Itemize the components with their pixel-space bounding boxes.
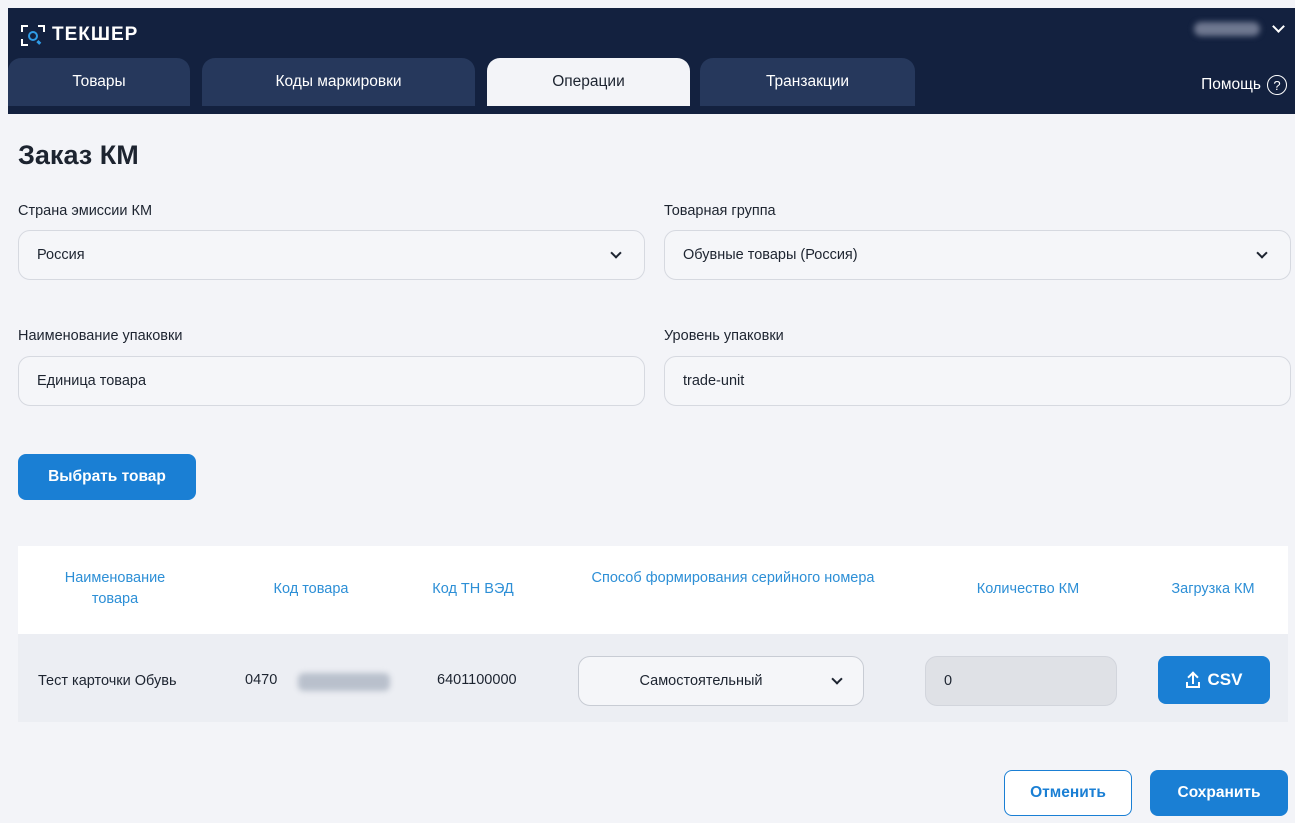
quantity-field[interactable]: 0 bbox=[925, 656, 1117, 706]
package-name-value: Единица товара bbox=[37, 373, 147, 389]
choose-product-button[interactable]: Выбрать товар bbox=[18, 454, 196, 500]
tab-label: Коды маркировки bbox=[275, 73, 402, 90]
help-label: Помощь bbox=[1201, 76, 1261, 93]
help-icon: ? bbox=[1267, 75, 1287, 95]
logo-text: ТЕКШЕР bbox=[52, 24, 139, 45]
package-name-field[interactable]: Единица товара bbox=[18, 356, 645, 406]
user-name bbox=[1194, 22, 1260, 36]
logo-icon bbox=[20, 22, 46, 48]
package-name-label: Наименование упаковки bbox=[18, 328, 183, 344]
save-label: Сохранить bbox=[1177, 784, 1261, 801]
product-group-select[interactable]: Обувные товары (Россия) bbox=[664, 230, 1291, 280]
tab-products[interactable]: Товары bbox=[8, 58, 190, 106]
country-select[interactable]: Россия bbox=[18, 230, 645, 280]
package-level-value: trade-unit bbox=[683, 373, 745, 389]
column-header-upload: Загрузка КМ bbox=[1171, 581, 1255, 597]
serial-method-value: Самостоятельный bbox=[639, 673, 763, 689]
cell-product-code-redacted bbox=[298, 673, 390, 691]
cancel-label: Отменить bbox=[1030, 784, 1106, 801]
upload-icon bbox=[1185, 671, 1200, 688]
upload-csv-button[interactable]: CSV bbox=[1158, 656, 1270, 704]
cell-product-code: 0470 bbox=[245, 672, 278, 688]
package-level-label: Уровень упаковки bbox=[664, 328, 784, 344]
country-label: Страна эмиссии КМ bbox=[18, 203, 153, 219]
tab-transactions[interactable]: Транзакции bbox=[700, 58, 915, 106]
save-button[interactable]: Сохранить bbox=[1150, 770, 1288, 816]
user-menu-chevron-icon bbox=[1272, 20, 1285, 33]
choose-product-label: Выбрать товар bbox=[48, 468, 166, 485]
page-title: Заказ КМ bbox=[18, 140, 139, 170]
column-header-name: Наименование товара bbox=[64, 570, 166, 607]
column-header-serial-method: Способ формирования серийного номера bbox=[591, 570, 875, 586]
app-logo[interactable]: ТЕКШЕР bbox=[20, 22, 138, 48]
column-header-quantity: Количество КМ bbox=[976, 581, 1080, 597]
product-group-value: Обувные товары (Россия) bbox=[683, 247, 858, 263]
column-header-code: Код товара bbox=[273, 581, 349, 597]
tab-operations[interactable]: Операции bbox=[487, 58, 690, 106]
tab-marking-codes[interactable]: Коды маркировки bbox=[202, 58, 475, 106]
tab-label: Транзакции bbox=[765, 73, 850, 90]
table-header: Наименование товара Код товара Код ТН ВЭ… bbox=[18, 546, 1288, 634]
product-group-label: Товарная группа bbox=[664, 203, 776, 219]
chevron-down-icon bbox=[831, 673, 843, 685]
tab-label: Товары bbox=[72, 73, 126, 90]
user-menu[interactable] bbox=[1194, 20, 1285, 36]
package-level-field[interactable]: trade-unit bbox=[664, 356, 1291, 406]
serial-method-select[interactable]: Самостоятельный bbox=[578, 656, 864, 706]
cancel-button[interactable]: Отменить bbox=[1004, 770, 1132, 816]
help-link[interactable]: Помощь ? bbox=[1201, 75, 1287, 95]
country-value: Россия bbox=[37, 247, 85, 263]
tab-label: Операции bbox=[552, 73, 625, 90]
quantity-value: 0 bbox=[944, 673, 953, 689]
column-header-tnved: Код ТН ВЭД bbox=[432, 581, 514, 597]
chevron-down-icon bbox=[610, 247, 622, 259]
cell-tnved: 6401100000 bbox=[437, 672, 517, 688]
chevron-down-icon bbox=[1256, 247, 1268, 259]
upload-csv-label: CSV bbox=[1207, 670, 1243, 689]
cell-product-name: Тест карточки Обувь bbox=[38, 673, 177, 689]
